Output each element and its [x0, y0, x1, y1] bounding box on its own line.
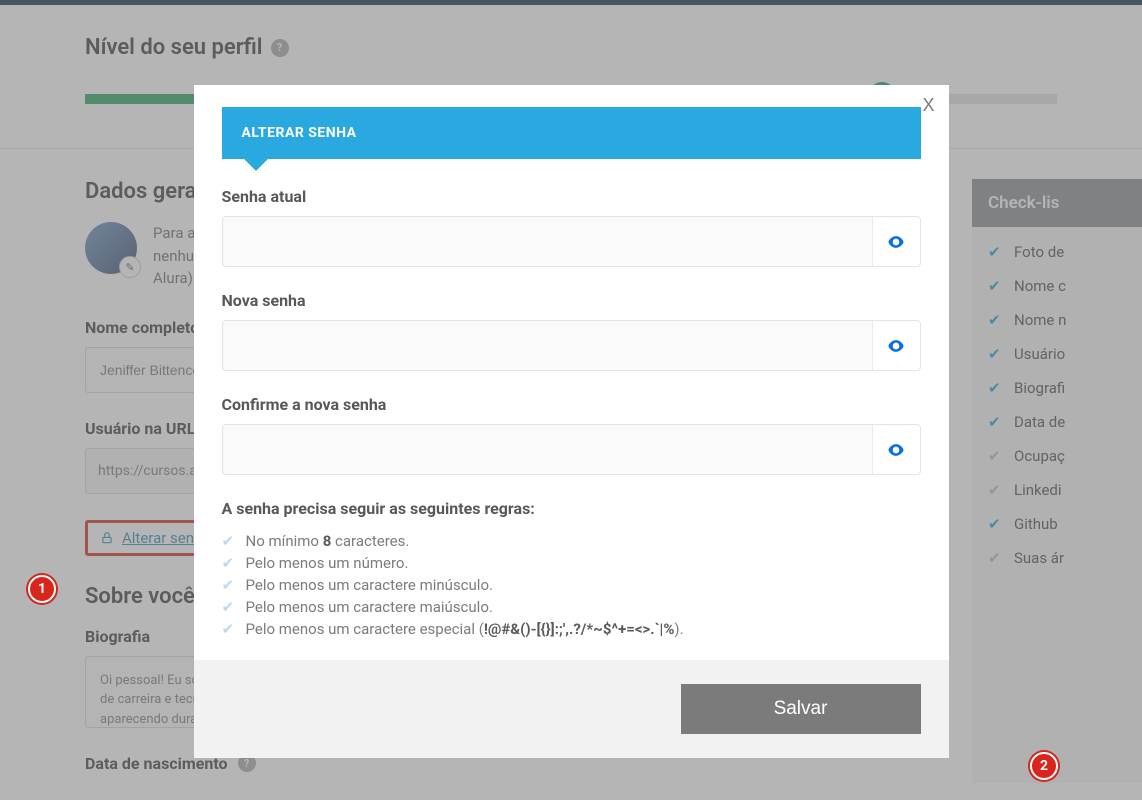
eye-icon[interactable]	[872, 321, 920, 370]
modal-title: ALTERAR SENHA	[222, 107, 921, 159]
rule-item: ✔ Pelo menos um caractere maiúsculo.	[222, 596, 921, 618]
rule-text: Pelo menos um caractere especial (!@#&()…	[246, 620, 684, 638]
current-password-label: Senha atual	[222, 187, 921, 206]
check-icon: ✔	[222, 576, 236, 594]
eye-icon[interactable]	[872, 217, 920, 266]
save-button[interactable]: Salvar	[681, 684, 921, 734]
current-password-wrap	[222, 216, 921, 267]
check-icon: ✔	[222, 554, 236, 572]
rule-text: Pelo menos um caractere minúsculo.	[246, 576, 493, 594]
modal-inner: ALTERAR SENHA Senha atual Nova senha C	[194, 85, 949, 758]
check-icon: ✔	[222, 620, 236, 638]
rule-text: Pelo menos um número.	[246, 554, 409, 572]
confirm-password-wrap	[222, 424, 921, 475]
rule-item: ✔ Pelo menos um caractere especial (!@#&(…	[222, 618, 921, 640]
close-icon[interactable]: X	[922, 95, 934, 116]
rule-item: ✔ No mínimo 8 caracteres.	[222, 530, 921, 552]
rule-text: No mínimo 8 caracteres.	[246, 532, 410, 550]
modal-form: Senha atual Nova senha Confirme a nova s…	[222, 159, 921, 758]
check-icon: ✔	[222, 598, 236, 616]
new-password-input[interactable]	[223, 321, 872, 370]
check-icon: ✔	[222, 532, 236, 550]
rule-item: ✔ Pelo menos um caractere minúsculo.	[222, 574, 921, 596]
eye-icon[interactable]	[872, 425, 920, 474]
confirm-password-label: Confirme a nova senha	[222, 395, 921, 414]
password-rules: ✔ No mínimo 8 caracteres. ✔ Pelo menos um …	[222, 530, 921, 660]
rules-title: A senha precisa seguir as seguintes regr…	[222, 499, 921, 518]
annotation-1: 1	[28, 575, 56, 603]
rule-text: Pelo menos um caractere maiúsculo.	[246, 598, 493, 616]
current-password-input[interactable]	[223, 217, 872, 266]
change-password-modal: X ALTERAR SENHA Senha atual Nova senha	[194, 85, 949, 758]
confirm-password-input[interactable]	[223, 425, 872, 474]
rule-item: ✔ Pelo menos um número.	[222, 552, 921, 574]
new-password-wrap	[222, 320, 921, 371]
annotation-2: 2	[1030, 752, 1058, 780]
modal-overlay: X ALTERAR SENHA Senha atual Nova senha	[0, 0, 1142, 800]
new-password-label: Nova senha	[222, 291, 921, 310]
modal-footer: Salvar	[194, 660, 949, 758]
